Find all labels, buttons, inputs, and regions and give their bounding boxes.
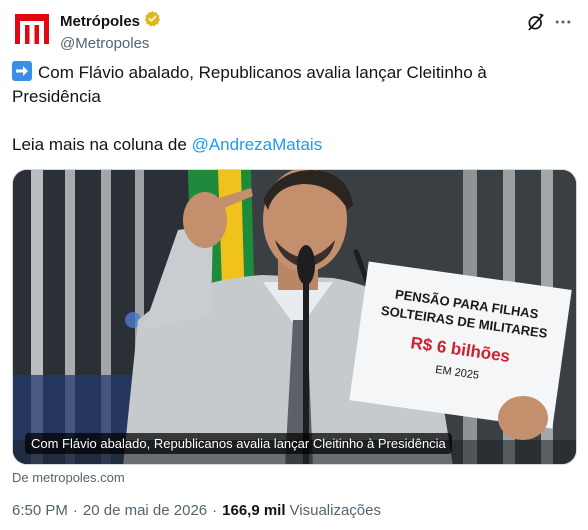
tweet-line1: Com Flávio abalado, Republicanos avalia … (12, 63, 487, 106)
tweet-date[interactable]: 20 de mai de 2026 (83, 502, 207, 519)
views-label: Visualizações (289, 502, 381, 519)
tweet-line2-prefix: Leia mais na coluna de (12, 135, 192, 154)
views-count[interactable]: 166,9 mil (222, 502, 285, 519)
mention-link[interactable]: @AndrezaMatais (192, 135, 323, 154)
tweet-header: Metrópoles @Metropoles (12, 8, 576, 52)
card-source-link[interactable]: De metropoles.com (12, 470, 125, 485)
metropoles-logo (15, 14, 49, 44)
more-icon[interactable] (550, 8, 576, 36)
grok-icon[interactable] (522, 8, 550, 36)
sign-line3: R$ 6 bilhões (409, 333, 511, 366)
separator-dot: · (212, 502, 218, 519)
avatar[interactable] (12, 8, 52, 48)
sign-line4: EM 2025 (434, 364, 479, 382)
author-block[interactable]: Metrópoles @Metropoles (60, 10, 161, 52)
separator-dot: · (72, 502, 78, 519)
sign-text-layer: PENSÃO PARA FILHAS SOLTEIRAS DE MILITARE… (380, 287, 549, 382)
author-display-name[interactable]: Metrópoles (60, 13, 140, 30)
arrow-right-icon (12, 61, 32, 81)
media-image[interactable]: PENSÃO PARA FILHAS SOLTEIRAS DE MILITARE… (12, 169, 577, 465)
tweet-line2: Leia mais na coluna de @AndrezaMatais (12, 133, 572, 157)
tweet-meta: 6:50 PM · 20 de mai de 2026 · 166,9 mil … (12, 502, 381, 519)
tweet-time[interactable]: 6:50 PM (12, 502, 68, 519)
image-caption: Com Flávio abalado, Republicanos avalia … (25, 433, 452, 454)
tweet-text: Com Flávio abalado, Republicanos avalia … (12, 61, 572, 157)
author-handle[interactable]: @Metropoles (60, 35, 161, 52)
verified-badge-icon (144, 10, 161, 32)
